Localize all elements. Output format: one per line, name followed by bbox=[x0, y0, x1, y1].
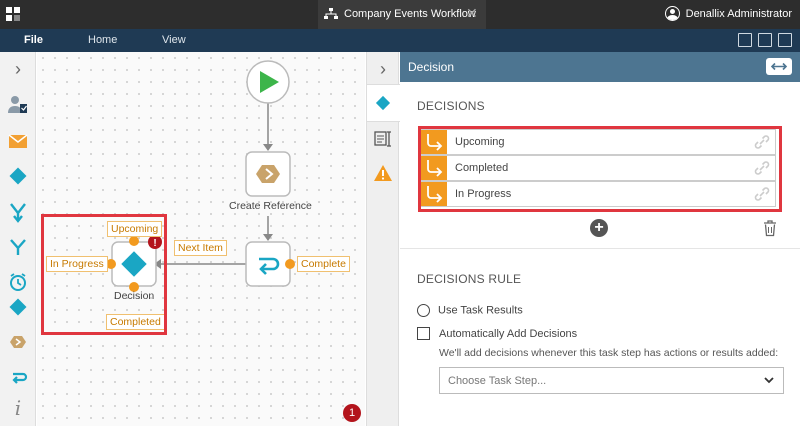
select-placeholder: Choose Task Step... bbox=[448, 375, 547, 387]
text-properties-icon[interactable] bbox=[374, 130, 394, 148]
warning-icon[interactable] bbox=[373, 164, 393, 182]
reference-icon[interactable] bbox=[7, 331, 29, 353]
email-icon[interactable] bbox=[7, 130, 29, 152]
collapse-panel-icon[interactable]: › bbox=[372, 58, 394, 80]
menu-file[interactable]: File bbox=[24, 34, 43, 46]
auto-add-checkbox[interactable] bbox=[417, 327, 430, 340]
complete-port[interactable] bbox=[285, 259, 295, 269]
inspector-tabs: › bbox=[366, 52, 400, 426]
chevron-down-icon bbox=[763, 374, 775, 389]
info-icon[interactable]: i bbox=[7, 396, 29, 420]
apps-grid-icon[interactable] bbox=[6, 7, 20, 21]
auto-add-help-text: We'll add decisions whenever this task s… bbox=[439, 347, 779, 359]
decisions-highlight-box bbox=[418, 126, 782, 212]
properties-panel: Decision DECISIONS Upcoming Completed In… bbox=[400, 52, 800, 426]
task-step-select[interactable]: Choose Task Step... bbox=[439, 367, 784, 394]
avatar-icon bbox=[664, 6, 680, 21]
toolbox: › i bbox=[0, 52, 36, 426]
decision-tool-icon-2[interactable] bbox=[7, 296, 29, 318]
section-divider bbox=[400, 248, 800, 249]
panel-command-icon[interactable] bbox=[766, 58, 792, 75]
panel-title: Decision bbox=[408, 60, 455, 74]
decision-tool-icon[interactable] bbox=[7, 165, 29, 187]
radio-label: Use Task Results bbox=[438, 304, 523, 317]
undo-icon[interactable] bbox=[738, 33, 752, 47]
decision-tab-icon bbox=[375, 95, 391, 111]
tab-decision[interactable] bbox=[367, 84, 400, 122]
branch-icon[interactable] bbox=[7, 236, 29, 258]
window-tools bbox=[738, 33, 792, 47]
user-task-icon[interactable] bbox=[7, 94, 29, 116]
expand-toolbox-icon[interactable]: › bbox=[7, 58, 29, 80]
workflow-icon bbox=[324, 8, 338, 19]
decisions-rule-heading: DECISIONS RULE bbox=[417, 272, 522, 286]
loop-node[interactable] bbox=[245, 241, 291, 287]
auto-add-label: Automatically Add Decisions bbox=[439, 327, 578, 340]
document-title: Company Events Workflow bbox=[344, 8, 476, 20]
use-task-results-option[interactable]: Use Task Results bbox=[417, 304, 523, 317]
user-name: Denallix Administrator bbox=[685, 7, 792, 20]
issue-count-badge[interactable]: 1 bbox=[343, 404, 361, 422]
panel-header: Decision bbox=[400, 52, 800, 82]
add-decision-button[interactable]: + bbox=[590, 219, 608, 237]
radio-button[interactable] bbox=[417, 304, 430, 317]
canvas-highlight-box bbox=[41, 214, 167, 335]
auto-add-decisions-option[interactable]: Automatically Add Decisions bbox=[417, 327, 577, 340]
loop-icon[interactable] bbox=[7, 366, 29, 388]
title-bar: Company Events Workflow ✕ Denallix Admin… bbox=[0, 0, 800, 29]
user-menu[interactable]: Denallix Administrator bbox=[664, 6, 792, 21]
decisions-heading: DECISIONS bbox=[417, 99, 485, 113]
menu-home[interactable]: Home bbox=[88, 34, 117, 46]
create-reference-caption: Create Reference bbox=[229, 200, 312, 212]
menu-view[interactable]: View bbox=[162, 34, 186, 46]
document-tab[interactable]: Company Events Workflow ✕ bbox=[318, 0, 486, 29]
save-icon[interactable] bbox=[778, 33, 792, 47]
trash-icon[interactable] bbox=[763, 220, 777, 237]
complete-label: Complete bbox=[297, 256, 350, 272]
timer-icon[interactable] bbox=[7, 271, 29, 293]
menu-bar: File Home View bbox=[0, 29, 800, 52]
close-tab-icon[interactable]: ✕ bbox=[466, 5, 478, 22]
redo-icon[interactable] bbox=[758, 33, 772, 47]
next-item-label: Next Item bbox=[174, 240, 227, 256]
merge-icon[interactable] bbox=[7, 201, 29, 223]
